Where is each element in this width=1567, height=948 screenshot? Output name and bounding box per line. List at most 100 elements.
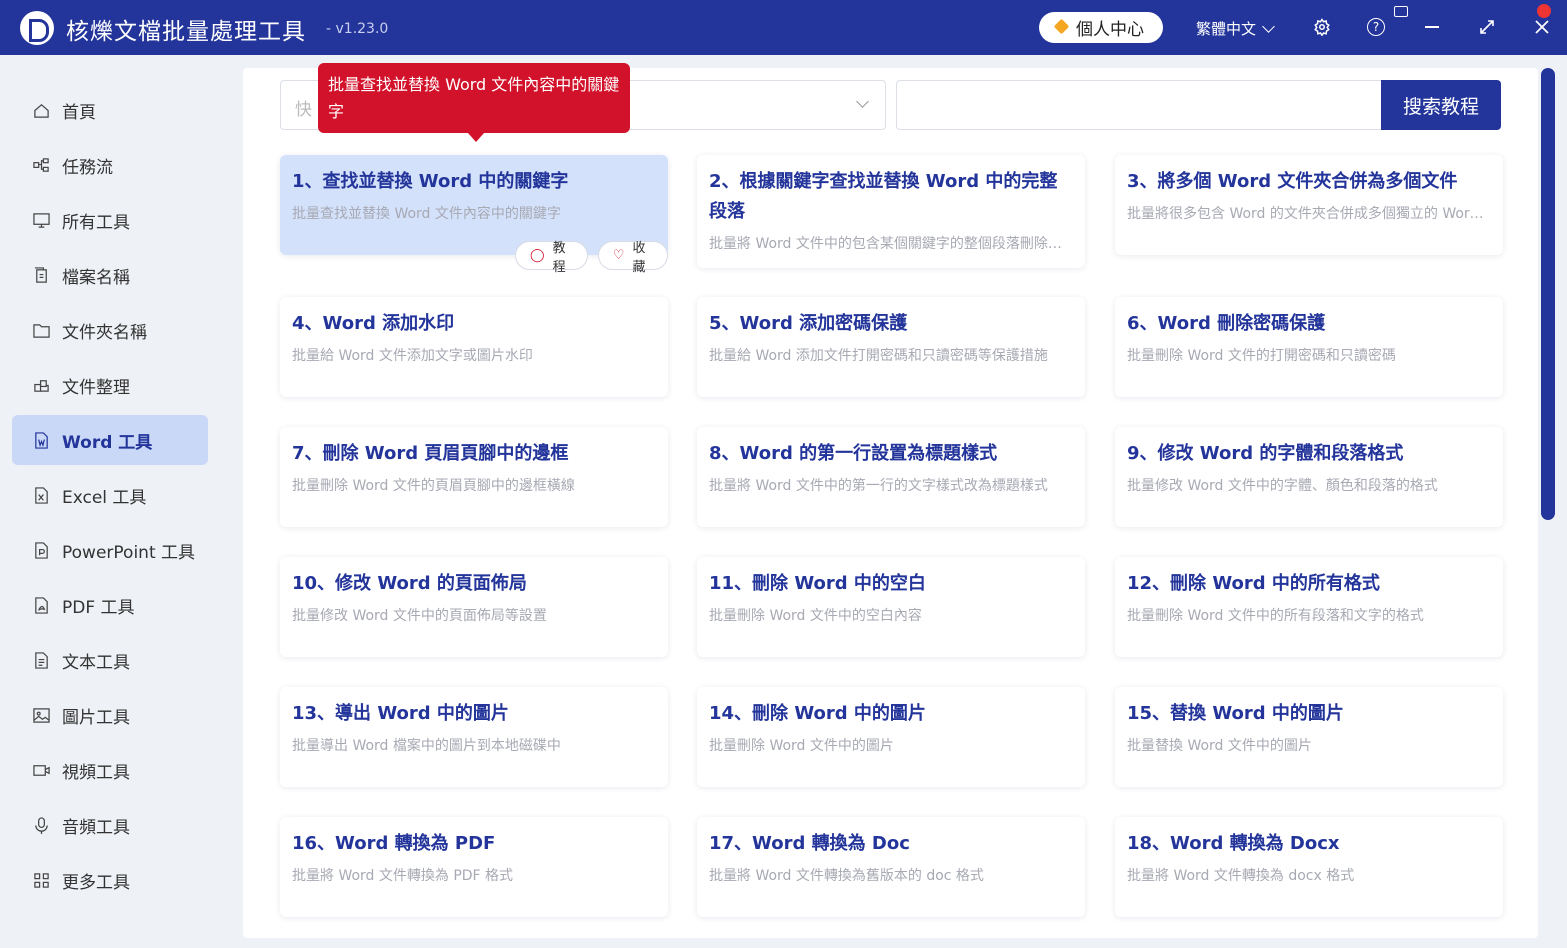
sidebar-item-2[interactable]: 任務流 [12, 140, 208, 190]
tool-card-title: 6、Word 刪除密碼保護 [1127, 313, 1326, 334]
language-selector[interactable]: 繁體中文 [1196, 18, 1275, 39]
scrollbar-thumb[interactable] [1541, 68, 1555, 520]
tutorial-label: 教程 [552, 240, 566, 275]
tool-card-1[interactable]: 1、查找並替換 Word 中的關鍵字 批量查找並替換 Word 文件內容中的關鍵字… [280, 155, 668, 275]
personal-center-button[interactable]: 個人中心 [1039, 12, 1163, 43]
tool-card-desc: 批量給 Word 文件添加文字或圖片水印 [292, 348, 533, 364]
tool-card-14[interactable]: 14、刪除 Word 中的圖片 批量刪除 Word 文件中的圖片 [697, 687, 1085, 787]
tool-card-desc: 批量刪除 Word 文件的頁眉頁腳中的邊框橫線 [292, 478, 575, 494]
tool-card-2[interactable]: 2、根據關鍵字查找並替換 Word 中的完整段落批量將 Word 文件中的包含某… [697, 155, 1085, 268]
grid-icon [32, 871, 50, 889]
sidebar-item-label: 文件夾名稱 [62, 322, 147, 343]
workflow-icon [32, 156, 50, 174]
tool-card-6[interactable]: 6、Word 刪除密碼保護批量刪除 Word 文件的打開密碼和只讀密碼 [1115, 297, 1503, 397]
pdf-icon [32, 596, 50, 614]
sidebar-item-15[interactable]: 更多工具 [12, 855, 208, 905]
sidebar-item-5[interactable]: 文件夾名稱 [12, 305, 208, 355]
tool-card-desc: 批量刪除 Word 文件的打開密碼和只讀密碼 [1127, 348, 1396, 364]
sidebar-item-label: 音頻工具 [62, 817, 130, 838]
monitor-icon [32, 211, 50, 229]
sidebar-item-10[interactable]: PDF 工具 [12, 580, 208, 630]
chevron-down-icon [856, 95, 869, 108]
tool-card-11[interactable]: 11、刪除 Word 中的空白 批量刪除 Word 文件中的空白內容 [697, 557, 1085, 657]
tool-card-13[interactable]: 13、導出 Word 中的圖片 批量導出 Word 檔案中的圖片到本地磁碟中 [280, 687, 668, 787]
sidebar-item-label: 檔案名稱 [62, 267, 130, 288]
tool-card-title: 2、根據關鍵字查找並替換 Word 中的完整段落 [709, 171, 1058, 222]
sidebar-item-4[interactable]: 檔案名稱 [12, 250, 208, 300]
app-title: 核爍文檔批量處理工具 [66, 19, 306, 45]
tool-card-title: 5、Word 添加密碼保護 [709, 313, 908, 334]
tool-card-title: 10、修改 Word 的頁面佈局 [292, 573, 527, 594]
tool-card-15[interactable]: 15、替換 Word 中的圖片 批量替換 Word 文件中的圖片 [1115, 687, 1503, 787]
tool-card-desc: 批量將 Word 文件中的包含某個關鍵字的整個段落刪除或替換為其他內容 [709, 236, 1073, 252]
tool-card-desc: 批量給 Word 添加文件打開密碼和只讀密碼等保護措施 [709, 348, 1048, 364]
sidebar-item-label: 圖片工具 [62, 707, 130, 728]
tool-card-10[interactable]: 10、修改 Word 的頁面佈局批量修改 Word 文件中的頁面佈局等設置 [280, 557, 668, 657]
tool-card-title: 13、導出 Word 中的圖片 [292, 703, 509, 724]
sidebar-item-7[interactable]: Word 工具 [12, 415, 208, 465]
tutorial-button[interactable]: ◯ 教程 [515, 241, 588, 275]
sidebar-item-label: Word 工具 [62, 432, 153, 453]
sidebar-item-label: 更多工具 [62, 872, 130, 893]
tool-card-12[interactable]: 12、刪除 Word 中的所有格式批量刪除 Word 文件中的所有段落和文字的格… [1115, 557, 1503, 657]
tool-card-desc: 批量將 Word 文件中的第一行的文字樣式改為標題樣式 [709, 478, 1048, 494]
tool-card-title: 12、刪除 Word 中的所有格式 [1127, 573, 1380, 594]
sidebar-item-9[interactable]: PowerPoint 工具 [12, 525, 208, 575]
card-actions: ◯ 教程 ♡ 收藏 [515, 241, 668, 275]
gear-icon[interactable] [1311, 16, 1333, 38]
app-logo-icon [20, 11, 54, 45]
tool-card-desc: 批量修改 Word 文件中的頁面佈局等設置 [292, 608, 547, 624]
tool-card-3[interactable]: 3、將多個 Word 文件夾合併為多個文件 批量將很多包含 Word 的文件夾合併… [1115, 155, 1503, 255]
tool-card-8[interactable]: 8、Word 的第一行設置為標題樣式批量將 Word 文件中的第一行的文字樣式改… [697, 427, 1085, 527]
tool-card-17[interactable]: 17、Word 轉換為 Doc 批量將 Word 文件轉換為舊版本的 doc 格式 [697, 817, 1085, 917]
close-icon[interactable] [1531, 16, 1553, 38]
tool-card-desc: 批量將 Word 文件轉換為 PDF 格式 [292, 868, 514, 884]
search-input[interactable] [896, 80, 1382, 130]
video-icon [32, 761, 50, 779]
sidebar-item-label: 所有工具 [62, 212, 130, 233]
organize-icon [32, 376, 50, 394]
help-icon[interactable]: ? [1365, 16, 1387, 38]
sidebar-item-1[interactable]: 首頁 [12, 85, 208, 135]
maximize-icon[interactable] [1476, 16, 1498, 38]
sidebar-item-6[interactable]: 文件整理 [12, 360, 208, 410]
minimize-icon[interactable] [1421, 16, 1443, 38]
sidebar-item-14[interactable]: 音頻工具 [12, 800, 208, 850]
tool-card-title: 8、Word 的第一行設置為標題樣式 [709, 443, 998, 464]
tool-card-5[interactable]: 5、Word 添加密碼保護批量給 Word 添加文件打開密碼和只讀密碼等保護措施 [697, 297, 1085, 397]
tool-card-4[interactable]: 4、Word 添加水印批量給 Word 文件添加文字或圖片水印 [280, 297, 668, 397]
main-panel: 快 搜索教程 1、查找並替換 Word 中的關鍵字 批量查找並替換 Word 文件… [243, 63, 1538, 938]
tool-card-title: 11、刪除 Word 中的空白 [709, 573, 926, 594]
tool-card-title: 4、Word 添加水印 [292, 313, 455, 334]
tool-card-desc: 批量查找並替換 Word 文件內容中的關鍵字 [292, 206, 561, 222]
tool-card-title: 18、Word 轉換為 Docx [1127, 833, 1340, 854]
tool-card-title: 14、刪除 Word 中的圖片 [709, 703, 926, 724]
sidebar-item-13[interactable]: 視頻工具 [12, 745, 208, 795]
tool-card-title: 9、修改 Word 的字體和段落格式 [1127, 443, 1404, 464]
sidebar-item-label: 視頻工具 [62, 762, 130, 783]
sidebar-item-11[interactable]: 文本工具 [12, 635, 208, 685]
sidebar-item-label: PDF 工具 [62, 597, 135, 618]
tool-card-desc: 批量刪除 Word 文件中的所有段落和文字的格式 [1127, 608, 1424, 624]
sidebar-item-3[interactable]: 所有工具 [12, 195, 208, 245]
tool-card-7[interactable]: 7、刪除 Word 頁眉頁腳中的邊框批量刪除 Word 文件的頁眉頁腳中的邊框橫… [280, 427, 668, 527]
sidebar-item-label: 文本工具 [62, 652, 130, 673]
tool-card-title: 7、刪除 Word 頁眉頁腳中的邊框 [292, 443, 569, 464]
diamond-icon [1055, 21, 1070, 34]
tool-card-9[interactable]: 9、修改 Word 的字體和段落格式批量修改 Word 文件中的字體、顏色和段落… [1115, 427, 1503, 527]
mic-icon [32, 816, 50, 834]
image-icon [32, 706, 50, 724]
tool-card-desc: 批量修改 Word 文件中的字體、顏色和段落的格式 [1127, 478, 1438, 494]
search-tutorial-button[interactable]: 搜索教程 [1381, 80, 1501, 130]
skin-icon[interactable] [1394, 6, 1408, 17]
tool-card-18[interactable]: 18、Word 轉換為 Docx 批量將 Word 文件轉換為 docx 格式 [1115, 817, 1503, 917]
sidebar-item-label: Excel 工具 [62, 487, 147, 508]
lightbulb-icon: ◯ [530, 248, 545, 263]
sidebar-item-12[interactable]: 圖片工具 [12, 690, 208, 740]
tool-card-16[interactable]: 16、Word 轉換為 PDF 批量將 Word 文件轉換為 PDF 格式 [280, 817, 668, 917]
favorite-button[interactable]: ♡ 收藏 [597, 241, 668, 275]
sidebar-item-8[interactable]: Excel 工具 [12, 470, 208, 520]
folder-icon [32, 321, 50, 339]
sidebar-item-label: 首頁 [62, 102, 96, 123]
sidebar-item-label: 任務流 [62, 157, 113, 178]
